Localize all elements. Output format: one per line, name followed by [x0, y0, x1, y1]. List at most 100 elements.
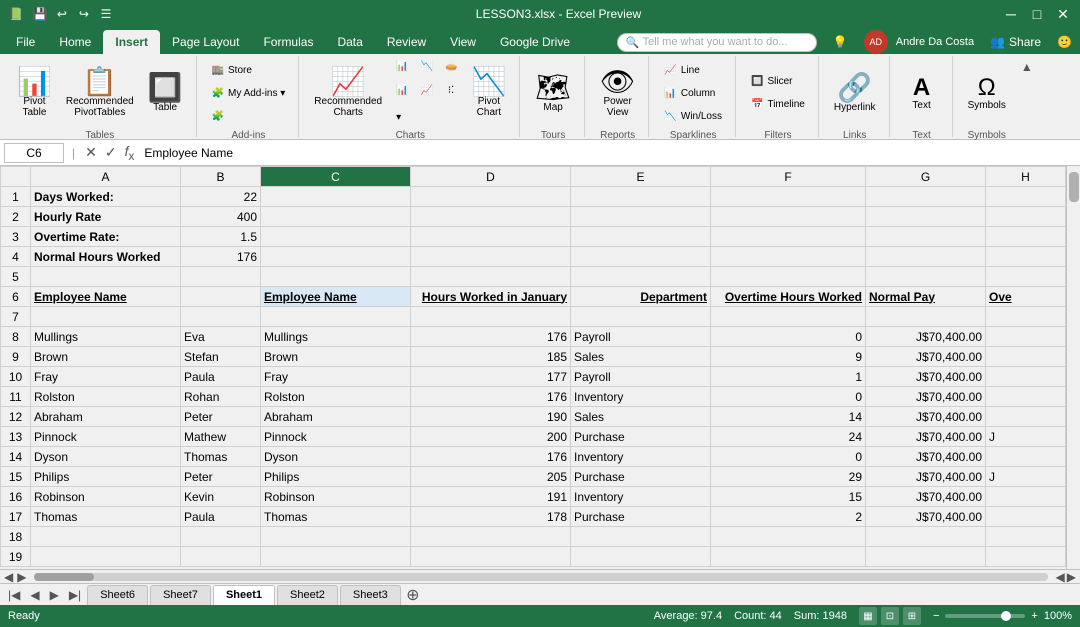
cell-G2[interactable]	[866, 207, 986, 227]
cell-H18[interactable]	[986, 527, 1066, 547]
cell-F13[interactable]: 24	[711, 427, 866, 447]
cell-E3[interactable]	[571, 227, 711, 247]
cell-B14[interactable]: Thomas	[181, 447, 261, 467]
cell-G8[interactable]: J$70,400.00	[866, 327, 986, 347]
cell-F15[interactable]: 29	[711, 467, 866, 487]
cell-C13[interactable]: Pinnock	[261, 427, 411, 447]
cell-F14[interactable]: 0	[711, 447, 866, 467]
cell-H8[interactable]	[986, 327, 1066, 347]
table-button[interactable]: 🔲 Table	[143, 58, 188, 128]
cell-B9[interactable]: Stefan	[181, 347, 261, 367]
cell-A13[interactable]: Pinnock	[31, 427, 181, 447]
cell-E10[interactable]: Payroll	[571, 367, 711, 387]
line-sparkline-button[interactable]: 📈Line	[659, 59, 727, 81]
cell-C3[interactable]	[261, 227, 411, 247]
col-header-g[interactable]: G	[866, 167, 986, 187]
tab-formulas[interactable]: Formulas	[251, 30, 325, 54]
scroll-end-left-icon[interactable]: ◀	[1056, 570, 1065, 584]
cell-C16[interactable]: Robinson	[261, 487, 411, 507]
cell-G14[interactable]: J$70,400.00	[866, 447, 986, 467]
tab-next-button[interactable]: ▶	[46, 588, 63, 602]
cell-D2[interactable]	[411, 207, 571, 227]
cell-F17[interactable]: 2	[711, 507, 866, 527]
cell-D7[interactable]	[411, 307, 571, 327]
cell-A18[interactable]	[31, 527, 181, 547]
sheet-tab-sheet1[interactable]: Sheet1	[213, 585, 275, 605]
vertical-scrollbar[interactable]	[1066, 166, 1080, 569]
cell-A12[interactable]: Abraham	[31, 407, 181, 427]
formula-input[interactable]	[140, 143, 1076, 163]
cell-B17[interactable]: Paula	[181, 507, 261, 527]
cell-A15[interactable]: Philips	[31, 467, 181, 487]
cell-A5[interactable]	[31, 267, 181, 287]
collapse-ribbon-button[interactable]: ▲	[1021, 56, 1033, 137]
cell-B4[interactable]: 176	[181, 247, 261, 267]
cell-B2[interactable]: 400	[181, 207, 261, 227]
table-row[interactable]: 4Normal Hours Worked176	[1, 247, 1066, 267]
cell-H7[interactable]	[986, 307, 1066, 327]
cell-A1[interactable]: Days Worked:	[31, 187, 181, 207]
other-charts-button[interactable]: ▾	[391, 106, 451, 128]
cell-F10[interactable]: 1	[711, 367, 866, 387]
cell-G12[interactable]: J$70,400.00	[866, 407, 986, 427]
cell-B13[interactable]: Mathew	[181, 427, 261, 447]
table-row[interactable]: 14DysonThomasDyson176Inventory0J$70,400.…	[1, 447, 1066, 467]
cell-D15[interactable]: 205	[411, 467, 571, 487]
cell-E16[interactable]: Inventory	[571, 487, 711, 507]
cell-G6[interactable]: Normal Pay	[866, 287, 986, 307]
cell-D6[interactable]: Hours Worked in January	[411, 287, 571, 307]
cell-E19[interactable]	[571, 547, 711, 567]
cell-E14[interactable]: Inventory	[571, 447, 711, 467]
tab-data[interactable]: Data	[325, 30, 374, 54]
cell-D16[interactable]: 191	[411, 487, 571, 507]
cell-D11[interactable]: 176	[411, 387, 571, 407]
cell-E17[interactable]: Purchase	[571, 507, 711, 527]
cell-B6[interactable]	[181, 287, 261, 307]
table-row[interactable]: 7	[1, 307, 1066, 327]
cell-D5[interactable]	[411, 267, 571, 287]
cell-E13[interactable]: Purchase	[571, 427, 711, 447]
table-row[interactable]: 1Days Worked:22	[1, 187, 1066, 207]
cell-A14[interactable]: Dyson	[31, 447, 181, 467]
table-row[interactable]: 3Overtime Rate:1.5	[1, 227, 1066, 247]
symbols-button[interactable]: Ω Symbols	[963, 58, 1011, 128]
cell-F8[interactable]: 0	[711, 327, 866, 347]
tab-file[interactable]: File	[4, 30, 47, 54]
power-view-button[interactable]: 👁 PowerView	[595, 58, 641, 128]
cell-B8[interactable]: Eva	[181, 327, 261, 347]
cell-D10[interactable]: 177	[411, 367, 571, 387]
table-row[interactable]: 6Employee NameEmployee NameHours Worked …	[1, 287, 1066, 307]
store-button[interactable]: 🏬 Store	[207, 59, 291, 81]
cell-F11[interactable]: 0	[711, 387, 866, 407]
search-box[interactable]: 🔍 Tell me what you want to do...	[617, 33, 817, 52]
table-row[interactable]: 16RobinsonKevinRobinson191Inventory15J$7…	[1, 487, 1066, 507]
sheet-tab-sheet3[interactable]: Sheet3	[340, 585, 401, 605]
cell-G15[interactable]: J$70,400.00	[866, 467, 986, 487]
cell-A2[interactable]: Hourly Rate	[31, 207, 181, 227]
scroll-end-right-icon[interactable]: ▶	[1067, 570, 1076, 584]
cell-G18[interactable]	[866, 527, 986, 547]
line-chart-button[interactable]: 📉	[416, 58, 438, 80]
sheet-tab-sheet7[interactable]: Sheet7	[150, 585, 211, 605]
scroll-thumb[interactable]	[1069, 172, 1079, 202]
zoom-out-button[interactable]: −	[933, 610, 939, 622]
cell-C1[interactable]	[261, 187, 411, 207]
cell-F5[interactable]	[711, 267, 866, 287]
cell-G1[interactable]	[866, 187, 986, 207]
cell-H2[interactable]	[986, 207, 1066, 227]
cell-D12[interactable]: 190	[411, 407, 571, 427]
table-row[interactable]: 13PinnockMathewPinnock200Purchase24J$70,…	[1, 427, 1066, 447]
save-button[interactable]: 💾	[31, 5, 49, 23]
page-break-view-button[interactable]: ⊞	[903, 607, 921, 625]
cell-C11[interactable]: Rolston	[261, 387, 411, 407]
cell-B5[interactable]	[181, 267, 261, 287]
cell-H9[interactable]	[986, 347, 1066, 367]
insert-function-button[interactable]: fx	[123, 143, 137, 163]
cell-B11[interactable]: Rohan	[181, 387, 261, 407]
text-button[interactable]: A Text	[900, 58, 944, 128]
pivot-chart-button[interactable]: 📉 PivotChart	[466, 58, 511, 128]
cell-B1[interactable]: 22	[181, 187, 261, 207]
close-button[interactable]: ✕	[1054, 5, 1072, 23]
cell-C15[interactable]: Philips	[261, 467, 411, 487]
cell-H5[interactable]	[986, 267, 1066, 287]
